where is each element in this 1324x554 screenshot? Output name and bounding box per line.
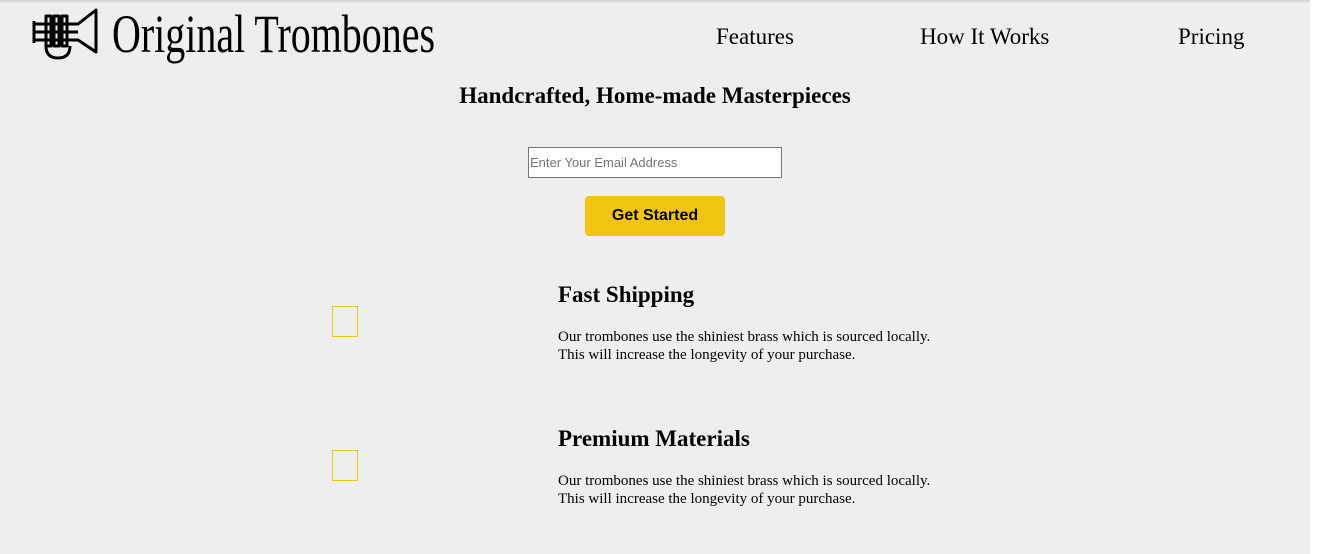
placeholder-icon bbox=[332, 450, 358, 481]
top-edge-shadow bbox=[0, 0, 1310, 3]
brand-logo-link[interactable]: Original Trombones bbox=[32, 4, 549, 64]
nav-link-how-it-works[interactable]: How It Works bbox=[920, 22, 1049, 52]
email-input[interactable] bbox=[528, 147, 782, 178]
feature-description-line: Our trombones use the shiniest brass whi… bbox=[558, 473, 931, 489]
trumpet-icon bbox=[32, 8, 98, 60]
feature-description: Our trombones use the shiniest brass whi… bbox=[558, 328, 978, 364]
nav-link-features[interactable]: Features bbox=[716, 22, 794, 52]
get-started-button[interactable]: Get Started bbox=[585, 196, 725, 236]
page: Original Trombones Features How It Works… bbox=[0, 0, 1310, 554]
feature-description-line: This will increase the longevity of your… bbox=[558, 491, 856, 507]
brand-name: Original Trombones bbox=[112, 4, 436, 64]
feature-description-line: Our trombones use the shiniest brass whi… bbox=[558, 329, 931, 345]
feature-description-line: This will increase the longevity of your… bbox=[558, 347, 856, 363]
hero-title: Handcrafted, Home-made Masterpieces bbox=[459, 83, 851, 108]
scrollbar-track[interactable] bbox=[1310, 0, 1324, 554]
feature-title: Fast Shipping bbox=[558, 282, 695, 307]
feature-title: Premium Materials bbox=[558, 426, 750, 451]
feature-description: Our trombones use the shiniest brass whi… bbox=[558, 472, 978, 508]
placeholder-icon bbox=[332, 306, 358, 337]
nav-link-pricing[interactable]: Pricing bbox=[1178, 22, 1244, 52]
